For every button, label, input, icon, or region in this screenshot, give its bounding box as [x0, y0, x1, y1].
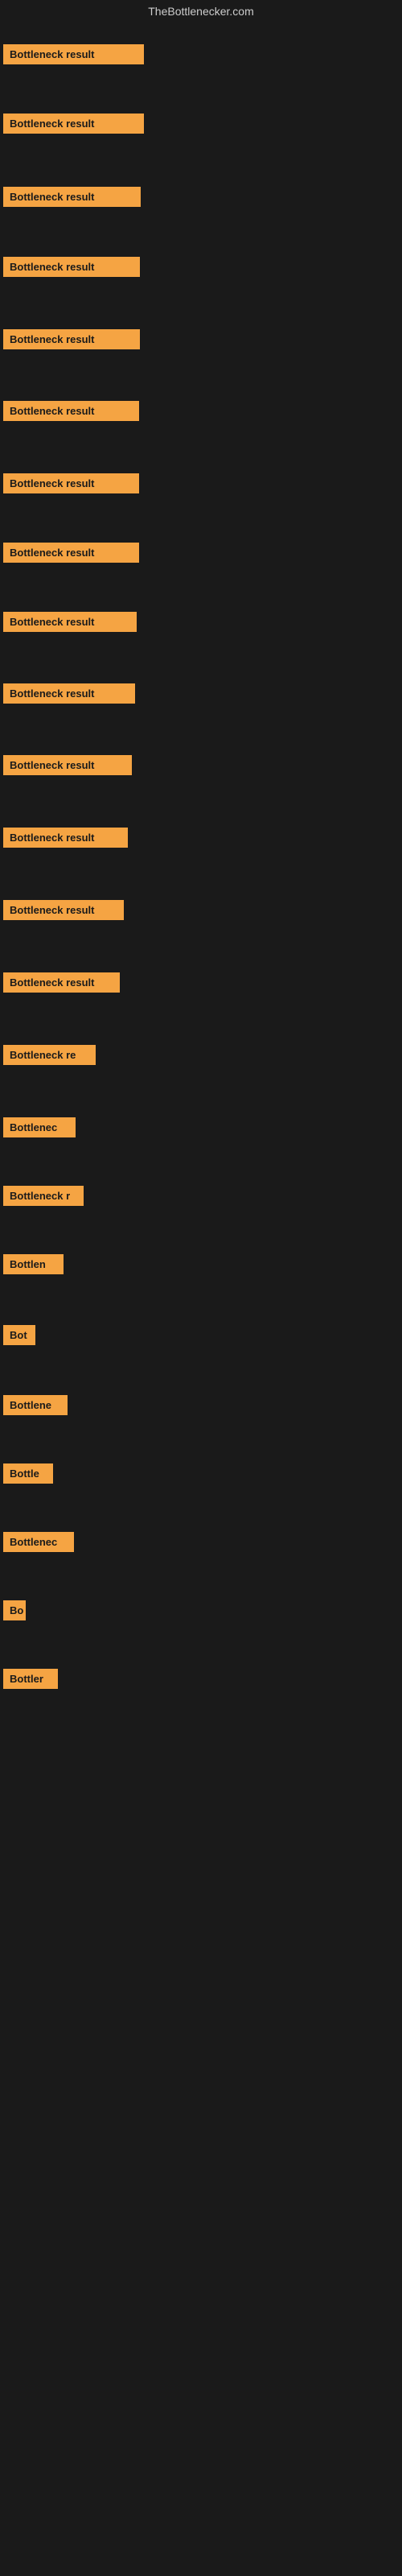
bottleneck-result-badge[interactable]: Bottleneck result	[3, 900, 124, 920]
list-item: Bo	[3, 1600, 26, 1624]
bottleneck-result-badge[interactable]: Bottleneck result	[3, 683, 135, 704]
bottleneck-result-badge[interactable]: Bottle	[3, 1463, 53, 1484]
list-item: Bottle	[3, 1463, 53, 1488]
bottleneck-result-badge[interactable]: Bottleneck result	[3, 114, 144, 134]
bottleneck-result-badge[interactable]: Bottlen	[3, 1254, 64, 1274]
list-item: Bottleneck result	[3, 44, 144, 68]
bottleneck-result-badge[interactable]: Bottleneck result	[3, 972, 120, 993]
bottleneck-result-badge[interactable]: Bottler	[3, 1669, 58, 1689]
list-item: Bottleneck re	[3, 1045, 96, 1069]
bottleneck-result-badge[interactable]: Bottleneck result	[3, 612, 137, 632]
bottleneck-result-badge[interactable]: Bottlene	[3, 1395, 68, 1415]
list-item: Bottleneck result	[3, 401, 139, 425]
list-item: Bottleneck r	[3, 1186, 84, 1210]
bottleneck-result-badge[interactable]: Bottleneck result	[3, 473, 139, 493]
list-item: Bottleneck result	[3, 683, 135, 708]
list-item: Bottleneck result	[3, 972, 120, 997]
list-item: Bottleneck result	[3, 900, 124, 924]
list-item: Bottleneck result	[3, 828, 128, 852]
bottleneck-result-badge[interactable]: Bottlenec	[3, 1117, 76, 1137]
list-item: Bottleneck result	[3, 187, 141, 211]
bottleneck-result-badge[interactable]: Bo	[3, 1600, 26, 1620]
bottleneck-result-badge[interactable]: Bottleneck result	[3, 401, 139, 421]
list-item: Bot	[3, 1325, 35, 1349]
list-item: Bottleneck result	[3, 543, 139, 567]
site-title: TheBottlenecker.com	[0, 0, 402, 23]
list-item: Bottlenec	[3, 1117, 76, 1141]
list-item: Bottleneck result	[3, 257, 140, 281]
list-item: Bottlene	[3, 1395, 68, 1419]
bottleneck-result-badge[interactable]: Bottleneck re	[3, 1045, 96, 1065]
bottleneck-result-badge[interactable]: Bottleneck result	[3, 44, 144, 64]
list-item: Bottlen	[3, 1254, 64, 1278]
bottleneck-result-badge[interactable]: Bottleneck result	[3, 329, 140, 349]
bottleneck-result-badge[interactable]: Bottleneck result	[3, 755, 132, 775]
bottleneck-result-badge[interactable]: Bot	[3, 1325, 35, 1345]
list-item: Bottler	[3, 1669, 58, 1693]
bottleneck-result-badge[interactable]: Bottleneck result	[3, 543, 139, 563]
bottleneck-result-badge[interactable]: Bottleneck result	[3, 828, 128, 848]
list-item: Bottleneck result	[3, 114, 144, 138]
bottleneck-result-badge[interactable]: Bottlenec	[3, 1532, 74, 1552]
list-item: Bottleneck result	[3, 612, 137, 636]
list-item: Bottleneck result	[3, 755, 132, 779]
bottleneck-result-badge[interactable]: Bottleneck result	[3, 187, 141, 207]
bottleneck-result-badge[interactable]: Bottleneck result	[3, 257, 140, 277]
list-item: Bottleneck result	[3, 329, 140, 353]
bottleneck-result-badge[interactable]: Bottleneck r	[3, 1186, 84, 1206]
list-item: Bottleneck result	[3, 473, 139, 497]
list-item: Bottlenec	[3, 1532, 74, 1556]
